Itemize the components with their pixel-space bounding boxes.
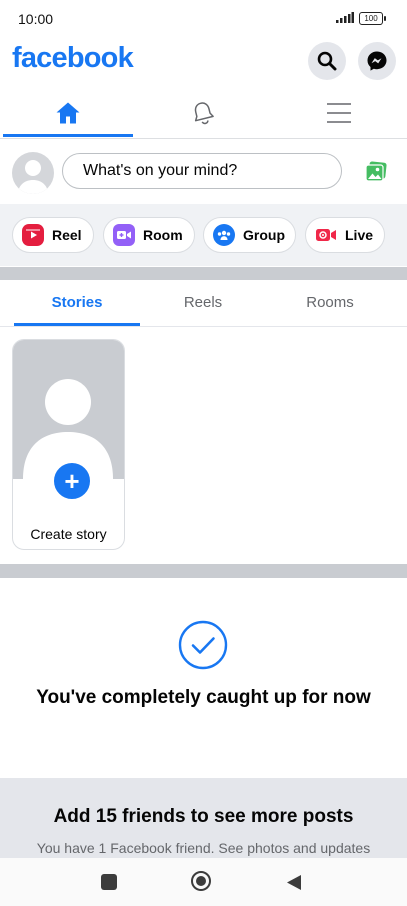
recent-apps-button[interactable] bbox=[101, 874, 117, 890]
add-friends-title: Add 15 friends to see more posts bbox=[53, 806, 354, 827]
nav-notifications[interactable] bbox=[138, 90, 268, 136]
tab-rooms[interactable]: Rooms bbox=[267, 294, 393, 311]
add-friends-subtitle: You have 1 Facebook friend. See photos a… bbox=[36, 840, 371, 856]
room-video-icon bbox=[113, 224, 135, 246]
status-time: 10:00 bbox=[18, 11, 54, 27]
battery-level: 100 bbox=[364, 14, 378, 23]
home-button[interactable] bbox=[191, 871, 211, 891]
status-bar: 10:00 100 bbox=[0, 0, 407, 38]
home-icon bbox=[56, 102, 80, 124]
add-story-plus-icon: + bbox=[51, 460, 93, 502]
back-button[interactable] bbox=[286, 874, 302, 891]
quick-actions-bar: Reel Room Group Live bbox=[0, 204, 407, 266]
tab-stories[interactable]: Stories bbox=[14, 294, 140, 311]
notifications-bell-icon bbox=[194, 102, 214, 125]
reel-chip[interactable]: Reel bbox=[12, 217, 94, 253]
photo-icon bbox=[365, 161, 387, 182]
live-icon bbox=[315, 224, 337, 246]
facebook-logo: facebook bbox=[12, 42, 134, 74]
section-divider bbox=[0, 267, 407, 280]
search-button[interactable] bbox=[308, 42, 346, 80]
signal-icon bbox=[336, 12, 354, 23]
content-tabs: Stories Reels Rooms bbox=[0, 280, 407, 327]
menu-icon bbox=[327, 103, 351, 123]
messenger-button[interactable] bbox=[358, 42, 396, 80]
tab-active-underline bbox=[14, 323, 140, 326]
tab-reels[interactable]: Reels bbox=[140, 294, 266, 311]
default-profile-icon bbox=[23, 379, 113, 479]
nav-menu[interactable] bbox=[274, 90, 404, 136]
main-navigation bbox=[0, 90, 407, 139]
avatar[interactable] bbox=[12, 152, 54, 194]
nav-home[interactable] bbox=[3, 90, 133, 136]
room-chip[interactable]: Room bbox=[103, 217, 195, 253]
create-story-label: Create story bbox=[30, 526, 107, 542]
photo-button[interactable] bbox=[364, 161, 388, 188]
whats-on-your-mind-input[interactable]: What's on your mind? bbox=[62, 153, 342, 189]
group-chip-label: Group bbox=[243, 227, 285, 243]
messenger-icon bbox=[367, 51, 387, 71]
reel-chip-label: Reel bbox=[52, 227, 82, 243]
search-icon bbox=[317, 51, 337, 71]
live-chip[interactable]: Live bbox=[305, 217, 385, 253]
checkmark-circle-icon bbox=[178, 620, 228, 670]
group-icon bbox=[213, 224, 235, 246]
battery-icon: 100 bbox=[359, 12, 386, 25]
add-friends-prompt: Add 15 friends to see more posts You hav… bbox=[0, 778, 407, 858]
home-button-dot bbox=[196, 876, 206, 886]
post-composer: What's on your mind? bbox=[0, 140, 407, 204]
caught-up-message: You've completely caught up for now bbox=[36, 687, 371, 708]
story-profile-image bbox=[13, 340, 124, 479]
system-navigation-bar bbox=[0, 858, 407, 906]
caught-up-section: You've completely caught up for now bbox=[0, 578, 407, 778]
default-profile-icon bbox=[18, 160, 48, 194]
section-divider bbox=[0, 564, 407, 578]
live-chip-label: Live bbox=[345, 227, 374, 243]
room-chip-label: Room bbox=[143, 227, 183, 243]
create-story-card[interactable]: + Create story bbox=[12, 339, 125, 550]
group-chip[interactable]: Group bbox=[203, 217, 296, 253]
nav-active-indicator bbox=[3, 134, 133, 137]
reel-icon bbox=[22, 224, 44, 246]
